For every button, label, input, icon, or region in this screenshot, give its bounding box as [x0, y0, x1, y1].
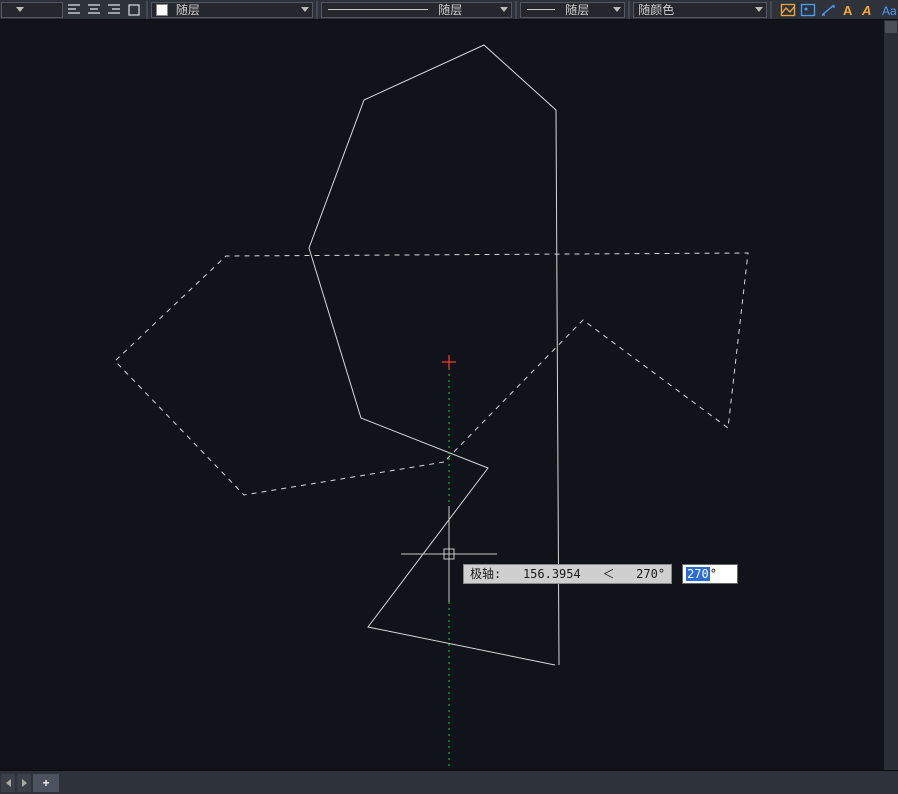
- toolbar-extra-icon[interactable]: [125, 1, 143, 19]
- dimension-icon[interactable]: [819, 1, 837, 19]
- status-bar: +: [0, 770, 898, 794]
- toolbar-separator: [316, 1, 318, 19]
- scrollbar-thumb[interactable]: [885, 21, 897, 33]
- lineweight-sample-icon: [527, 9, 555, 10]
- color-dropdown[interactable]: 随颜色: [633, 2, 767, 18]
- align-right-icon[interactable]: [105, 1, 123, 19]
- toolbar-separator: [628, 1, 630, 19]
- image-icon[interactable]: [779, 1, 797, 19]
- polar-tooltip: 极轴: 156.3954 ＜ 270°: [463, 564, 672, 584]
- toolbar-left-group: [0, 0, 144, 19]
- tab-scroll-left-button[interactable]: [1, 774, 15, 792]
- polar-label: 极轴:: [470, 567, 501, 581]
- polar-angle: 270°: [636, 567, 665, 581]
- vertical-scrollbar[interactable]: [884, 20, 898, 770]
- layer-swatch-icon: [156, 4, 168, 16]
- align-left-icon[interactable]: [65, 1, 83, 19]
- drawing-svg: [0, 20, 898, 770]
- toolbar-separator: [515, 1, 517, 19]
- chevron-right-icon: [22, 779, 27, 787]
- format-icon[interactable]: Aa: [879, 1, 897, 19]
- plus-icon: +: [42, 776, 49, 790]
- chevron-down-icon: [500, 7, 508, 12]
- text-style-icon[interactable]: A: [859, 1, 877, 19]
- chevron-down-icon: [613, 7, 621, 12]
- layer-dropdown-label: 随层: [172, 3, 204, 17]
- polar-separator: ＜: [602, 567, 614, 581]
- polar-origin-marker: [442, 355, 456, 369]
- image2-icon[interactable]: [799, 1, 817, 19]
- polar-readout: 极轴: 156.3954 ＜ 270° 270°: [463, 564, 738, 584]
- polar-input-suffix: °: [710, 567, 717, 581]
- lineweight-dropdown-label: 随层: [561, 3, 593, 17]
- polar-distance: 156.3954: [523, 567, 581, 581]
- align-center-icon[interactable]: [85, 1, 103, 19]
- chevron-down-icon: [301, 7, 309, 12]
- svg-text:A: A: [843, 3, 853, 18]
- linetype-dropdown-label: 随层: [434, 3, 466, 17]
- top-toolbar: 随层 随层 随层 随颜色 A A: [0, 0, 898, 20]
- tab-scroll-right-button[interactable]: [17, 774, 31, 792]
- generic-dropdown-1[interactable]: [1, 2, 63, 18]
- linetype-dropdown[interactable]: 随层: [321, 2, 512, 18]
- lineweight-dropdown[interactable]: 随层: [520, 2, 625, 18]
- svg-text:A: A: [861, 3, 871, 18]
- toolbar-separator: [146, 1, 148, 19]
- new-tab-button[interactable]: +: [33, 774, 59, 792]
- svg-text:Aa: Aa: [882, 4, 896, 18]
- chevron-down-icon: [755, 7, 763, 12]
- rubberband-shape: [115, 253, 748, 495]
- chevron-down-icon: [16, 7, 24, 12]
- toolbar-separator: [770, 1, 772, 19]
- crosshair-cursor: [401, 506, 497, 602]
- text-icon[interactable]: A: [839, 1, 857, 19]
- layer-dropdown[interactable]: 随层: [151, 2, 313, 18]
- color-dropdown-label: 随颜色: [634, 3, 678, 17]
- linetype-sample-icon: [328, 9, 428, 10]
- drawing-canvas[interactable]: 极轴: 156.3954 ＜ 270° 270°: [0, 20, 898, 770]
- toolbar-right-group: A A Aa: [778, 0, 898, 19]
- chevron-left-icon: [6, 779, 11, 787]
- polar-angle-input[interactable]: 270°: [682, 564, 738, 584]
- polar-input-value: 270: [686, 567, 710, 581]
